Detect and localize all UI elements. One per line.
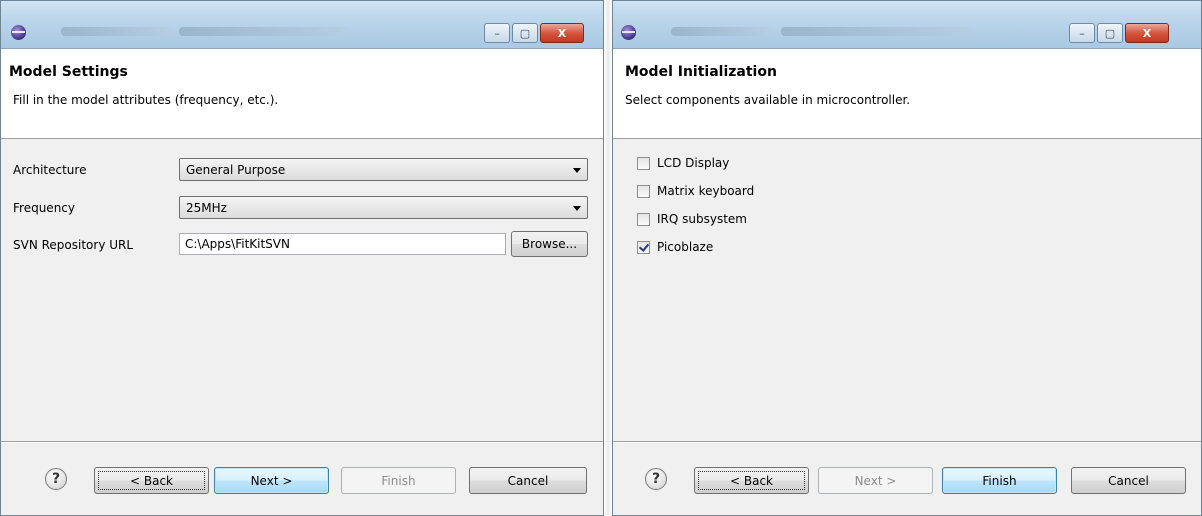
window-title-blurred bbox=[179, 27, 349, 36]
component-checkbox-matrix-keyboard[interactable]: Matrix keyboard bbox=[637, 182, 754, 200]
architecture-select[interactable]: General Purpose bbox=[179, 158, 588, 181]
minimize-button[interactable]: – bbox=[484, 23, 510, 43]
chevron-down-icon bbox=[573, 168, 581, 173]
cancel-button[interactable]: Cancel bbox=[1071, 467, 1186, 494]
browse-button[interactable]: Browse... bbox=[511, 231, 588, 257]
component-checkbox-picoblaze[interactable]: Picoblaze bbox=[637, 238, 713, 256]
window-title-blurred bbox=[671, 27, 771, 36]
checkbox-label: Matrix keyboard bbox=[657, 184, 755, 198]
page-title: Model Settings bbox=[9, 64, 128, 80]
checkbox[interactable] bbox=[637, 212, 650, 226]
eclipse-app-icon bbox=[11, 25, 26, 40]
help-icon[interactable]: ? bbox=[45, 468, 67, 490]
model-settings-window: – ▢ X Model Settings Fill in the model a… bbox=[0, 0, 604, 516]
next-button[interactable]: Next > bbox=[818, 467, 933, 494]
help-icon[interactable]: ? bbox=[645, 468, 667, 490]
footer-separator bbox=[1, 441, 603, 443]
window-gap bbox=[604, 0, 612, 516]
title-bar[interactable]: – ▢ X bbox=[1, 1, 603, 49]
page-description: Fill in the model attributes (frequency,… bbox=[13, 93, 279, 107]
frequency-selected-value: 25MHz bbox=[186, 201, 227, 215]
window-title-blurred bbox=[61, 27, 171, 36]
footer-separator bbox=[613, 441, 1201, 443]
back-button[interactable]: < Back bbox=[694, 467, 809, 494]
finish-button[interactable]: Finish bbox=[341, 467, 456, 494]
window-title-blurred bbox=[781, 27, 971, 36]
checkbox-checked[interactable] bbox=[637, 240, 650, 254]
eclipse-app-icon bbox=[621, 25, 636, 40]
checkbox-label: IRQ subsystem bbox=[657, 212, 747, 226]
back-button[interactable]: < Back bbox=[94, 467, 209, 494]
finish-button[interactable]: Finish bbox=[942, 467, 1057, 494]
maximize-button[interactable]: ▢ bbox=[512, 23, 538, 43]
close-button[interactable]: X bbox=[540, 23, 584, 43]
architecture-label: Architecture bbox=[13, 163, 87, 177]
minimize-button[interactable]: – bbox=[1069, 23, 1095, 43]
next-button[interactable]: Next > bbox=[214, 467, 329, 494]
title-bar[interactable]: – ▢ X bbox=[613, 1, 1201, 49]
component-checkbox-lcd-display[interactable]: LCD Display bbox=[637, 154, 729, 172]
checkbox[interactable] bbox=[637, 156, 650, 170]
frequency-select[interactable]: 25MHz bbox=[179, 196, 588, 219]
svn-repository-label: SVN Repository URL bbox=[13, 238, 134, 252]
checkbox[interactable] bbox=[637, 184, 650, 198]
architecture-selected-value: General Purpose bbox=[186, 163, 286, 177]
component-checkbox-irq-subsystem[interactable]: IRQ subsystem bbox=[637, 210, 747, 228]
chevron-down-icon bbox=[573, 206, 581, 211]
svn-repository-url-input[interactable] bbox=[179, 233, 506, 255]
frequency-label: Frequency bbox=[13, 201, 75, 215]
page-description: Select components available in microcont… bbox=[625, 93, 911, 107]
checkbox-label: Picoblaze bbox=[657, 240, 714, 254]
page-title: Model Initialization bbox=[625, 64, 777, 80]
model-initialization-window: – ▢ X Model Initialization Select compon… bbox=[612, 0, 1202, 516]
wizard-header: Model Settings Fill in the model attribu… bbox=[1, 49, 603, 139]
maximize-button[interactable]: ▢ bbox=[1097, 23, 1123, 43]
close-button[interactable]: X bbox=[1125, 23, 1169, 43]
cancel-button[interactable]: Cancel bbox=[469, 467, 587, 494]
wizard-header: Model Initialization Select components a… bbox=[613, 49, 1201, 139]
checkbox-label: LCD Display bbox=[657, 156, 730, 170]
